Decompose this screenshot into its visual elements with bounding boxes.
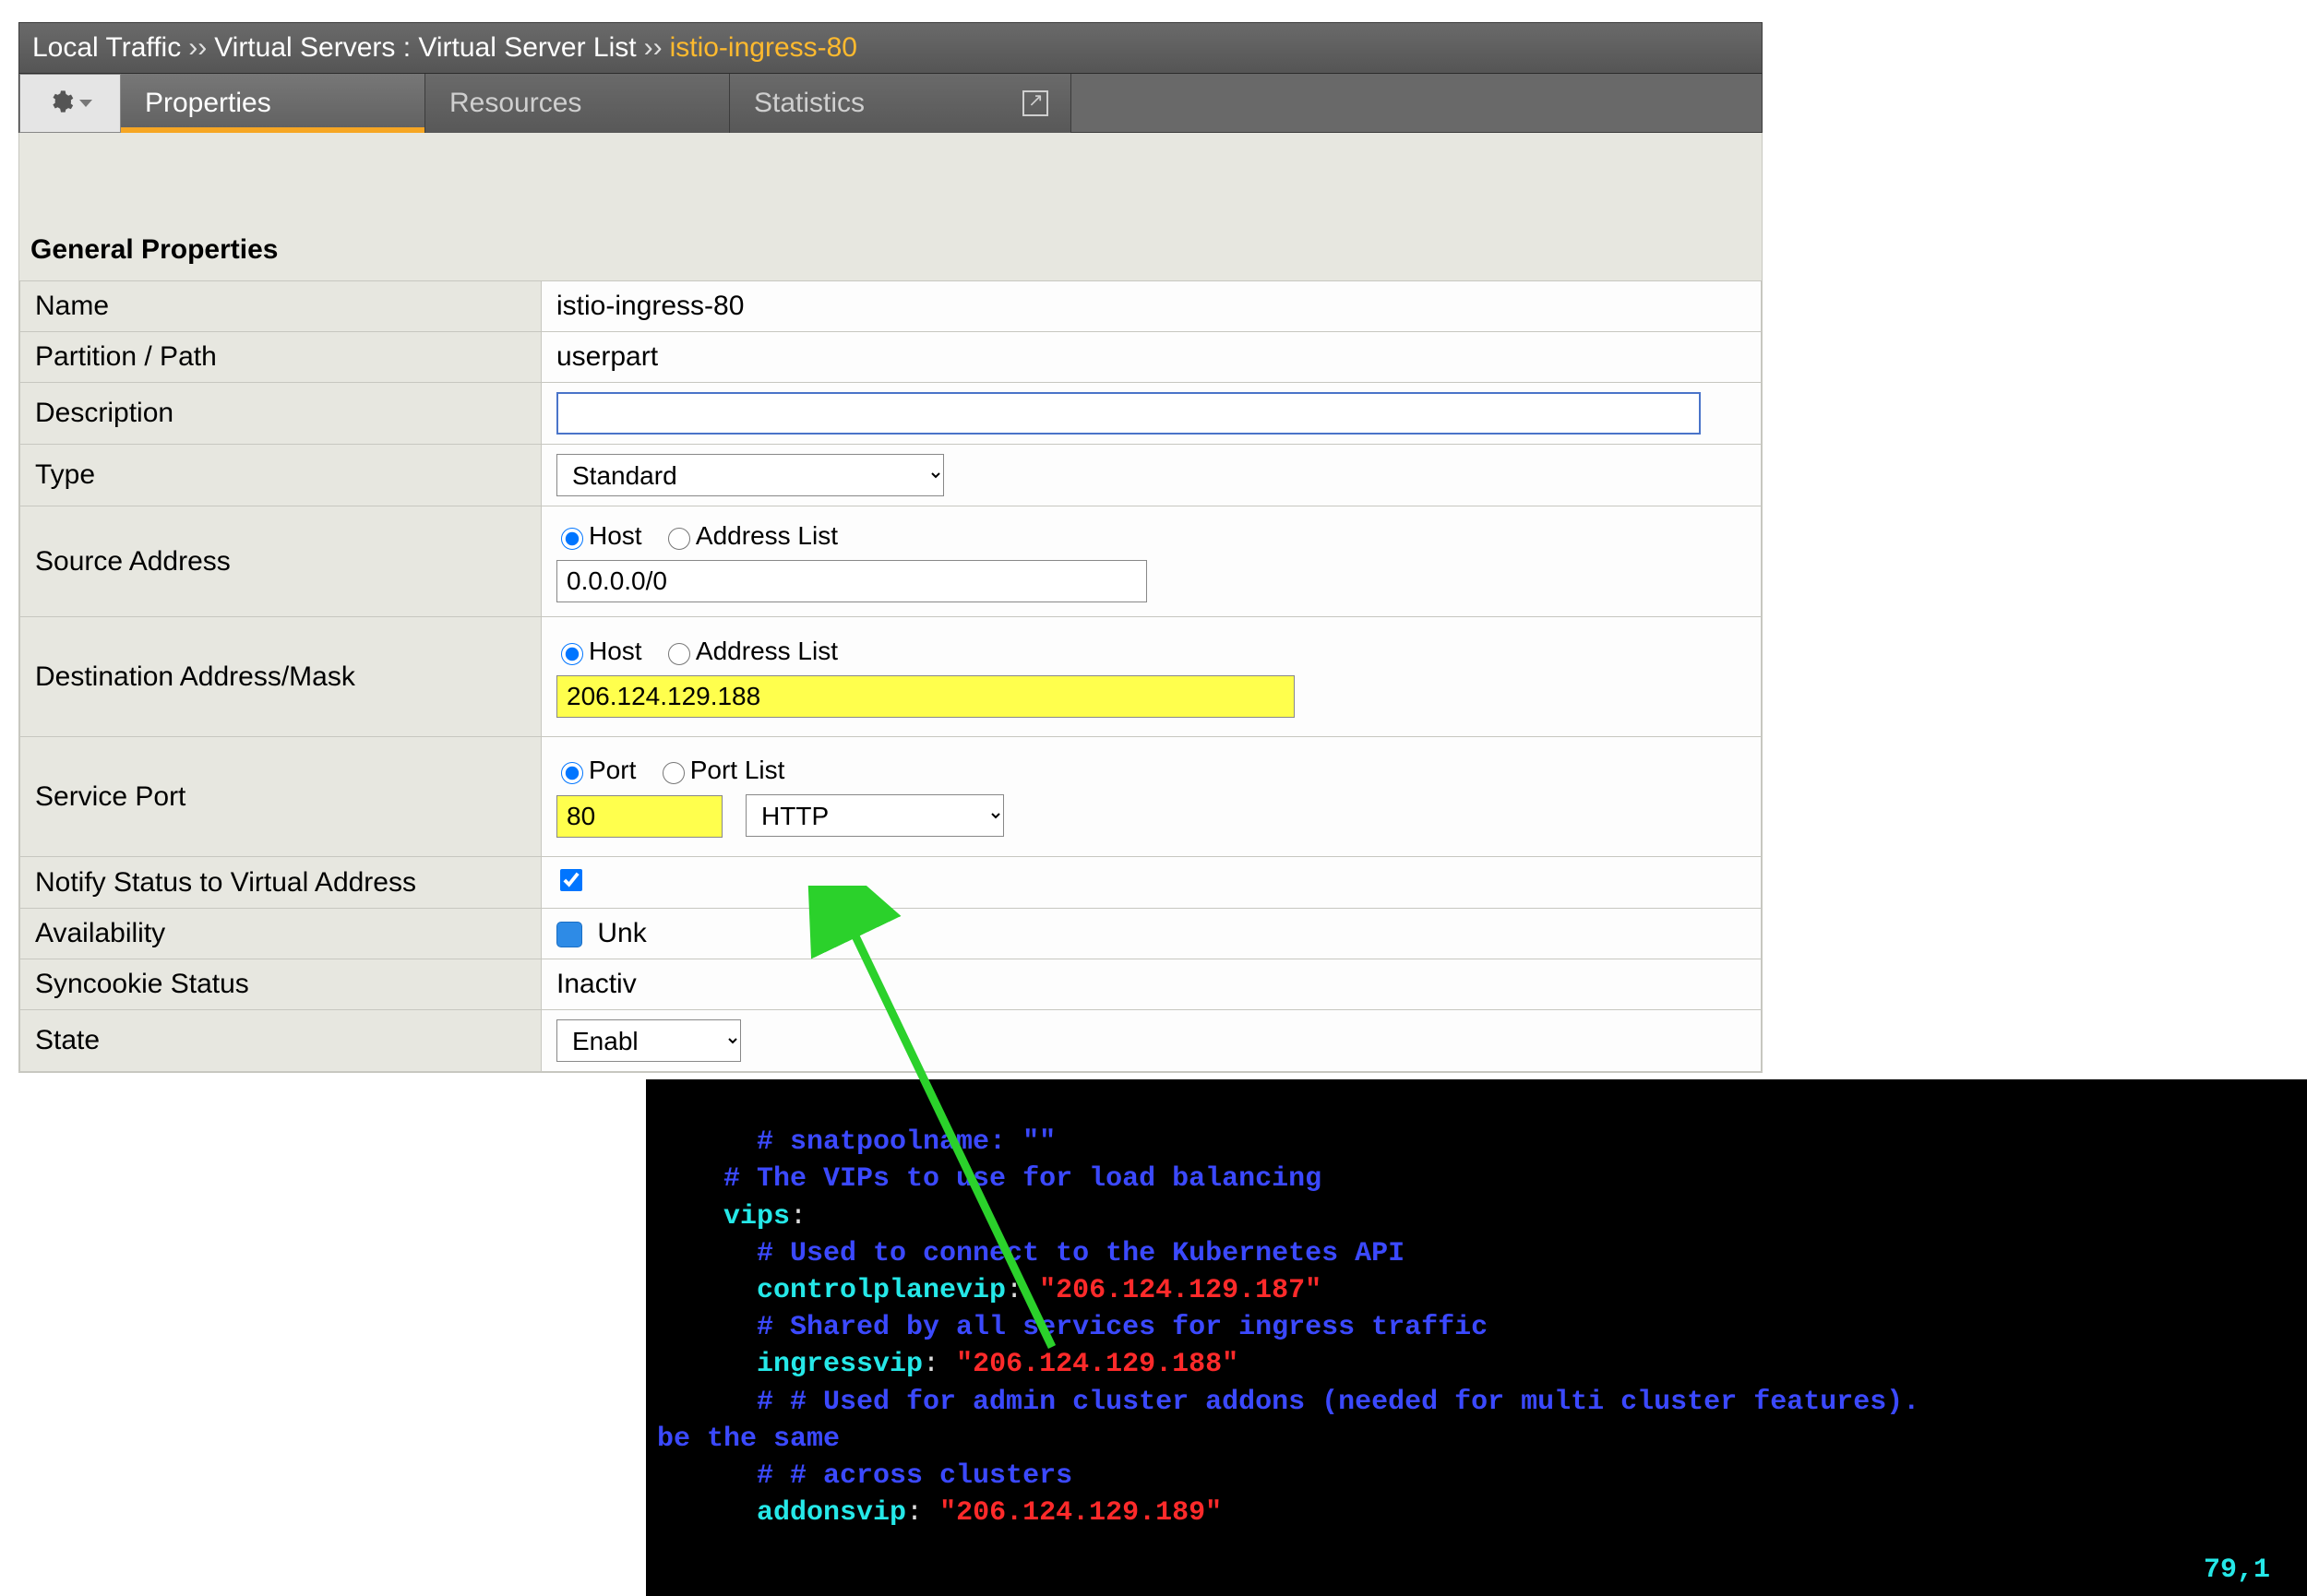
source-address-input[interactable] (556, 560, 1147, 602)
row-label: Availability (20, 909, 542, 959)
table-row: Availability Unk (20, 909, 1762, 959)
term-value: "206.124.129.187" (1039, 1275, 1321, 1306)
term-punct: : (1006, 1275, 1039, 1306)
table-row: Partition / Path userpart (20, 332, 1762, 383)
breadcrumb-chevron-icon: ›› (637, 32, 670, 64)
term-punct: : (923, 1349, 956, 1380)
tab-label: Resources (449, 88, 581, 119)
row-label: Destination Address/Mask (20, 617, 542, 737)
radio-addrlist-input[interactable] (668, 528, 690, 550)
service-port-proto-select[interactable]: HTTP (746, 794, 1004, 837)
dest-addr-radios: Host Address List (556, 637, 1746, 666)
properties-table: Name istio-ingress-80 Partition / Path u… (19, 280, 1762, 1072)
radio-addrlist[interactable]: Address List (663, 637, 838, 665)
radio-portlist-input[interactable] (663, 762, 685, 784)
row-label: Partition / Path (20, 332, 542, 383)
table-row: Type Standard (20, 445, 1762, 506)
syncookie-value: Inactiv (542, 959, 1762, 1010)
radio-port[interactable]: Port (556, 756, 636, 784)
work-area: General Properties Name istio-ingress-80… (18, 133, 1763, 1073)
breadcrumb-current: istio-ingress-80 (670, 32, 857, 64)
row-value: userpart (542, 332, 1762, 383)
term-key: ingressvip (657, 1349, 923, 1380)
tab-bar: Properties Resources Statistics (18, 74, 1763, 133)
row-label: Syncookie Status (20, 959, 542, 1010)
type-select[interactable]: Standard (556, 454, 944, 496)
row-label: Name (20, 281, 542, 332)
row-label: Service Port (20, 737, 542, 857)
availability-status-icon (556, 922, 582, 947)
term-punct: : (790, 1201, 807, 1233)
service-port-radios: Port Port List (556, 756, 1746, 785)
term-punct: : (906, 1497, 939, 1529)
notify-status-checkbox[interactable] (560, 869, 582, 891)
source-addr-radios: Host Address List (556, 521, 1746, 551)
radio-host[interactable]: Host (556, 521, 642, 550)
row-value: istio-ingress-80 (542, 281, 1762, 332)
term-line: # Shared by all services for ingress tra… (657, 1312, 1488, 1343)
term-line: # # across clusters (657, 1460, 1072, 1492)
tab-properties[interactable]: Properties (121, 74, 425, 133)
destination-address-input[interactable] (556, 675, 1295, 718)
term-value: "206.124.129.189" (939, 1497, 1222, 1529)
breadcrumb-section[interactable]: Virtual Servers : Virtual Server List (214, 32, 636, 64)
breadcrumb-root[interactable]: Local Traffic (32, 32, 181, 64)
terminal-status: 79,1 (2204, 1552, 2270, 1589)
term-line: # The VIPs to use for load balancing (657, 1163, 1321, 1195)
breadcrumb-bar: Local Traffic ›› Virtual Servers : Virtu… (18, 22, 1763, 74)
row-label: Type (20, 445, 542, 506)
table-row: Name istio-ingress-80 (20, 281, 1762, 332)
tab-label: Properties (145, 88, 271, 119)
table-row: Destination Address/Mask Host Address Li… (20, 617, 1762, 737)
row-label: Notify Status to Virtual Address (20, 857, 542, 909)
tab-statistics[interactable]: Statistics (730, 74, 1071, 133)
row-label: Description (20, 383, 542, 445)
term-value: "206.124.129.188" (956, 1349, 1238, 1380)
terminal-overlay: # snatpoolname: "" # The VIPs to use for… (646, 1079, 2307, 1596)
radio-host-input[interactable] (561, 643, 583, 665)
term-line: # snatpoolname: "" (657, 1126, 1056, 1158)
service-port-input[interactable] (556, 795, 723, 838)
state-select[interactable]: Enabl (556, 1019, 741, 1062)
term-line: # # Used for admin cluster addons (neede… (657, 1387, 1936, 1418)
radio-port-input[interactable] (561, 762, 583, 784)
term-key: vips (657, 1201, 790, 1233)
popout-icon[interactable] (1022, 90, 1048, 116)
tab-label: Statistics (754, 88, 865, 119)
term-key: controlplanevip (657, 1275, 1006, 1306)
radio-addrlist[interactable]: Address List (663, 521, 838, 550)
gear-icon (48, 89, 74, 119)
table-row: State Enabl (20, 1010, 1762, 1072)
radio-portlist[interactable]: Port List (658, 756, 785, 784)
table-row: Syncookie Status Inactiv (20, 959, 1762, 1010)
gear-menu[interactable] (19, 74, 121, 133)
radio-host[interactable]: Host (556, 637, 642, 665)
caret-down-icon (79, 100, 92, 107)
table-row: Description (20, 383, 1762, 445)
radio-host-input[interactable] (561, 528, 583, 550)
table-row: Service Port Port Port List HTTP (20, 737, 1762, 857)
availability-value: Unk (597, 918, 646, 948)
term-key: addonsvip (657, 1497, 906, 1529)
term-line: be the same (657, 1423, 840, 1455)
description-input[interactable] (556, 392, 1701, 435)
table-row: Notify Status to Virtual Address (20, 857, 1762, 909)
section-title: General Properties (30, 234, 1762, 266)
breadcrumb-chevron-icon: ›› (181, 32, 214, 64)
table-row: Source Address Host Address List (20, 506, 1762, 617)
tab-resources[interactable]: Resources (425, 74, 730, 133)
term-line: # Used to connect to the Kubernetes API (657, 1238, 1405, 1269)
row-label: State (20, 1010, 542, 1072)
radio-addrlist-input[interactable] (668, 643, 690, 665)
row-label: Source Address (20, 506, 542, 617)
